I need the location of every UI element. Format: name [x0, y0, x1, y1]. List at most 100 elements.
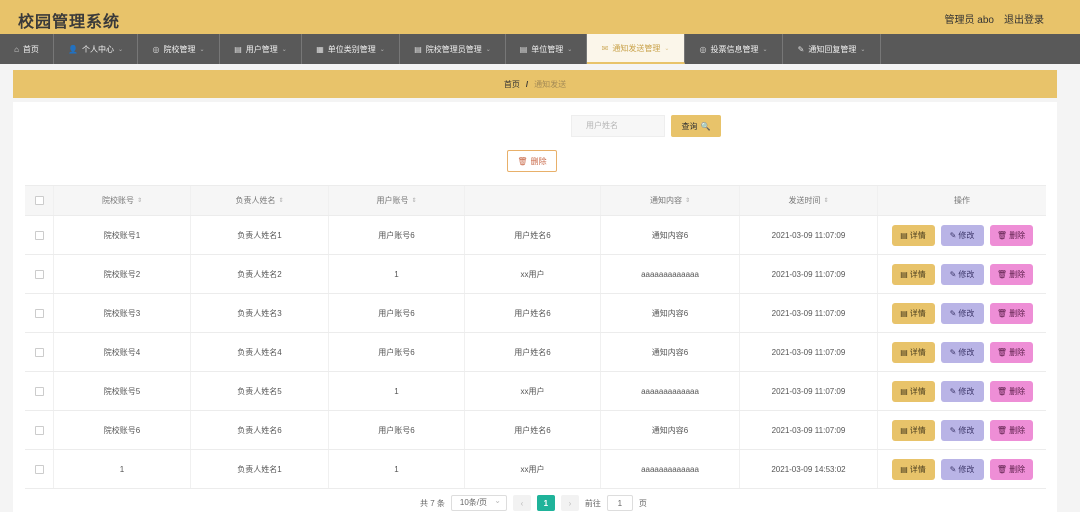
row-checkbox[interactable] [34, 230, 44, 240]
edit-button[interactable]: ✎ 修改 [940, 380, 984, 402]
edit-button[interactable]: ✎ 修改 [940, 224, 984, 246]
goto-page-input[interactable]: 1 [606, 495, 633, 511]
logout-link[interactable]: 退出登录 [1004, 11, 1044, 26]
nav-item-vote-info[interactable]: ◎ 投票信息管理 ⌄ [685, 34, 783, 64]
app-title: 校园管理系统 [18, 14, 121, 31]
nav-item-user-manage[interactable]: ▤ 用户管理 ⌄ [220, 34, 302, 64]
breadcrumb-home[interactable]: 首页 [504, 79, 520, 90]
chevron-down-icon: ⌄ [567, 46, 573, 53]
page-number-current[interactable]: 1 [536, 495, 555, 511]
nav-item-personal-center[interactable]: 👤 个人中心 ⌄ [54, 34, 138, 64]
row-checkbox[interactable] [34, 464, 44, 474]
detail-button[interactable]: ▤ 详情 [891, 302, 935, 324]
delete-button[interactable]: 🗑 删除 [989, 263, 1033, 285]
detail-icon: ▤ [900, 425, 908, 435]
header-notice-content[interactable]: 通知内容 ⇕ [601, 186, 740, 215]
detail-button[interactable]: ▤ 详情 [891, 419, 935, 441]
row-select-cell [25, 372, 54, 410]
detail-button[interactable]: ▤ 详情 [891, 224, 935, 246]
delete-button[interactable]: 🗑 删除 [989, 380, 1033, 402]
query-button[interactable]: 查询 🔍 [671, 115, 721, 137]
cell-user-account: 1 [329, 372, 465, 410]
delete-button[interactable]: 🗑 删除 [989, 302, 1033, 324]
row-checkbox[interactable] [34, 347, 44, 357]
breadcrumb: 首页 / 通知发送 [13, 70, 1057, 98]
cell-leader-name: 负责人姓名3 [191, 294, 329, 332]
delete-label: 删除 [1009, 464, 1026, 474]
cell-user-account: 用户账号6 [329, 411, 465, 449]
nav-item-home[interactable]: ⌂ 首页 [0, 34, 54, 64]
detail-label: 详情 [909, 308, 926, 318]
chevron-down-icon: ⌄ [199, 46, 205, 53]
delete-button[interactable]: 🗑 删除 [989, 419, 1033, 441]
chevron-down-icon: ⌄ [664, 45, 670, 52]
detail-label: 详情 [909, 269, 926, 279]
nav-item-unit-category[interactable]: ▦ 单位类别管理 ⌄ [302, 34, 400, 64]
delete-button[interactable]: 🗑 删除 [989, 341, 1033, 363]
page-size-select[interactable]: 10条/页 [450, 494, 507, 511]
breadcrumb-separator: / [525, 79, 529, 89]
row-select-cell [25, 411, 54, 449]
delete-label: 删除 [1009, 347, 1026, 357]
admin-name: 管理员 abo [944, 15, 994, 26]
cell-notice-content: 通知内容6 [601, 294, 740, 332]
home-icon: ⌂ [14, 44, 19, 54]
nav-item-school-admin[interactable]: ▤ 院校管理员管理 ⌄ [400, 34, 506, 64]
bulk-delete-button[interactable]: 🗑 删除 [507, 150, 557, 172]
search-input[interactable]: 用户姓名 [571, 115, 665, 137]
cell-send-time: 2021-03-09 11:07:09 [740, 216, 878, 254]
edit-button[interactable]: ✎ 修改 [940, 341, 984, 363]
delete-label: 删除 [1009, 269, 1026, 279]
cell-send-time: 2021-03-09 11:07:09 [740, 333, 878, 371]
nav-item-school-manage[interactable]: ◎ 院校管理 ⌄ [138, 34, 220, 64]
delete-button[interactable]: 🗑 删除 [989, 224, 1033, 246]
row-actions: ▤ 详情 ✎ 修改 🗑 删除 [878, 255, 1046, 293]
detail-button[interactable]: ▤ 详情 [891, 263, 935, 285]
trash-icon: 🗑 [996, 308, 1008, 318]
detail-icon: ▤ [900, 230, 908, 240]
delete-label: 删除 [1009, 425, 1026, 435]
row-checkbox[interactable] [34, 308, 44, 318]
edit-icon: ✎ [949, 425, 957, 435]
detail-button[interactable]: ▤ 详情 [891, 380, 935, 402]
edit-button[interactable]: ✎ 修改 [940, 458, 984, 480]
detail-button[interactable]: ▤ 详情 [891, 458, 935, 480]
cell-user-account: 用户账号6 [329, 294, 465, 332]
prev-page-button[interactable]: ‹ [512, 495, 531, 511]
delete-button[interactable]: 🗑 删除 [989, 458, 1033, 480]
select-all-checkbox[interactable] [34, 196, 44, 205]
app-header: 校园管理系统 管理员 abo 退出登录 [0, 0, 1080, 34]
row-checkbox[interactable] [34, 425, 44, 435]
row-checkbox[interactable] [34, 386, 44, 396]
cell-notice-content: 通知内容6 [601, 333, 740, 371]
nav-label: 院校管理 [163, 44, 196, 54]
list-icon: ▤ [519, 44, 528, 54]
nav-item-notice-reply[interactable]: ✎ 通知回复管理 ⌄ [783, 34, 881, 64]
list-icon: ▤ [414, 44, 422, 54]
next-page-button[interactable]: › [560, 495, 579, 511]
edit-button[interactable]: ✎ 修改 [940, 302, 984, 324]
nav-label: 首页 [22, 44, 39, 54]
nav-label: 通知回复管理 [808, 44, 857, 54]
detail-icon: ▤ [900, 386, 908, 396]
sort-icon: ⇕ [411, 198, 417, 204]
header-school-account[interactable]: 院校账号 ⇕ [54, 186, 191, 215]
delete-label: 删除 [1009, 230, 1026, 240]
detail-button[interactable]: ▤ 详情 [891, 341, 935, 363]
row-checkbox[interactable] [34, 269, 44, 279]
nav-item-notice-send[interactable]: ✉ 通知发送管理 ⌄ [587, 34, 685, 64]
header-user-account[interactable]: 用户账号 ⇕ [329, 186, 465, 215]
nav-label: 个人中心 [81, 44, 114, 54]
sort-icon: ⇕ [823, 198, 829, 204]
edit-button[interactable]: ✎ 修改 [940, 263, 984, 285]
edit-icon: ✎ [949, 308, 957, 318]
table-row: 院校账号5 负责人姓名5 1 xx用户 aaaaaaaaaaaaa 2021-03-09 … [25, 372, 1046, 411]
header-send-time[interactable]: 发送时间 ⇕ [740, 186, 878, 215]
edit-button[interactable]: ✎ 修改 [940, 419, 984, 441]
cell-send-time: 2021-03-09 11:07:09 [740, 372, 878, 410]
nav-item-unit-manage[interactable]: ▤ 单位管理 ⌄ [506, 34, 587, 64]
query-label: 查询 [681, 121, 698, 131]
header-leader-name[interactable]: 负责人姓名 ⇕ [191, 186, 329, 215]
edit-label: 修改 [958, 464, 975, 474]
target-icon: ◎ [699, 44, 707, 54]
